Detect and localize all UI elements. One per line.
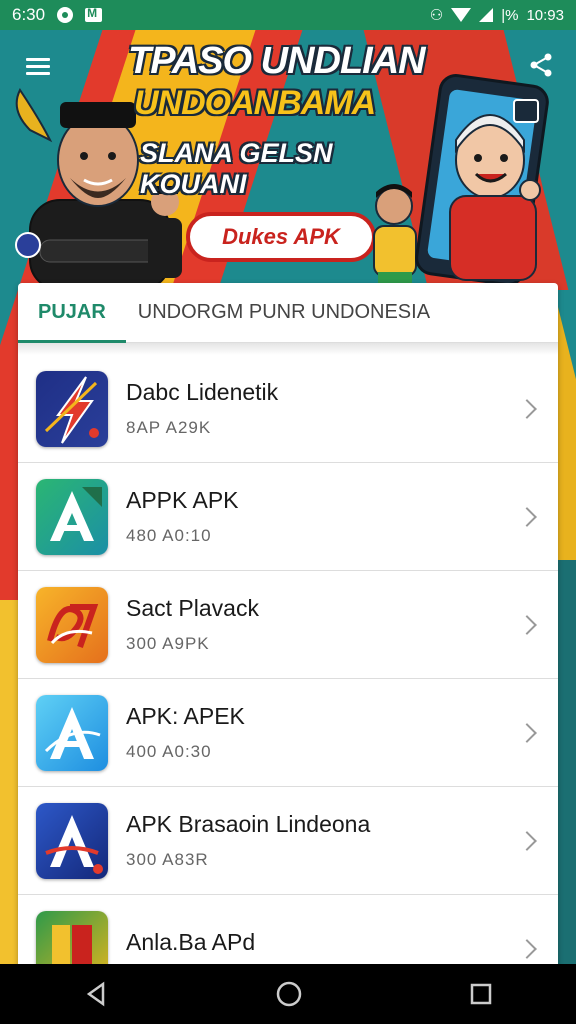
- promo-banner: TPASO UNDLIAN UNDOANBAMA SLANA GELSN KOU…: [0, 30, 576, 290]
- list-item[interactable]: APK: APEK 400 A0:30: [18, 679, 558, 787]
- phone-mascot-illustration: [415, 74, 549, 286]
- app-meta: 300 A83R: [126, 850, 209, 869]
- banner-title-line2: UNDOANBAMA: [134, 84, 376, 122]
- status-bar: 6:30 ⚇ |% 10:93: [0, 0, 576, 30]
- list-item[interactable]: Dabc Lidenetik 8AP A29K: [18, 355, 558, 463]
- banner-title-line1: TPASO UNDLIAN: [128, 40, 426, 82]
- mail-icon: [85, 6, 103, 22]
- tab-pujar[interactable]: PUJAR: [18, 283, 126, 343]
- chevron-right-icon: [517, 398, 537, 419]
- a-letter-blue-app-icon: [36, 694, 108, 771]
- lightning-app-icon: [36, 370, 108, 447]
- chevron-right-icon: [517, 938, 537, 959]
- chevron-right-icon: [517, 506, 537, 527]
- list-item[interactable]: Sact Plavack 300 A9PK: [18, 571, 558, 679]
- app-name: Anla.Ba APd: [126, 929, 256, 955]
- app-meta: 480 A0:10: [126, 526, 212, 545]
- share-icon[interactable]: [528, 52, 554, 78]
- app-meta: 300 A9PK: [126, 634, 210, 653]
- app-name: Dabc Lidenetik: [126, 379, 279, 405]
- app-name: Sact Plavack: [126, 595, 259, 621]
- app-name: APK Brasaoin Lindeona: [126, 811, 371, 837]
- app-list-card: PUJAR UNDORGM PUNR UNDONESIA Dabc Lidene…: [18, 283, 558, 983]
- signal-icon: [479, 8, 494, 22]
- a-letter-green-app-icon: [36, 478, 108, 555]
- download-apk-button[interactable]: Dukes APK: [186, 212, 376, 262]
- list-item[interactable]: APPK APK 480 A0:10: [18, 463, 558, 571]
- wifi-icon: [451, 8, 472, 22]
- tab-bar: PUJAR UNDORGM PUNR UNDONESIA: [18, 283, 558, 343]
- app-meta: 8AP A29K: [126, 418, 212, 437]
- home-icon[interactable]: [275, 980, 303, 1008]
- app-name: APK: APEK: [126, 703, 245, 729]
- back-icon[interactable]: [83, 981, 109, 1007]
- alarm-icon: ⚇: [429, 7, 444, 24]
- list-item[interactable]: APK Brasaoin Lindeona 300 A83R: [18, 787, 558, 895]
- notification-dot-icon: [57, 7, 74, 23]
- chevron-right-icon: [517, 722, 537, 743]
- recent-apps-icon[interactable]: [469, 982, 493, 1006]
- app-name: APPK APK: [126, 487, 239, 513]
- battery-text: |%: [501, 6, 519, 24]
- a-letter-navy-app-icon: [36, 802, 108, 879]
- app-list: Dabc Lidenetik 8AP A29K APPK APK 480 A0:…: [18, 355, 558, 983]
- chevron-right-icon: [517, 830, 537, 851]
- play-logo-app-icon: [36, 586, 108, 663]
- tab-undorgm[interactable]: UNDORGM PUNR UNDONESIA: [126, 301, 442, 324]
- status-clock-right: 10:93: [526, 6, 564, 24]
- chevron-right-icon: [517, 614, 537, 635]
- status-time: 6:30: [12, 5, 46, 24]
- navigation-bar: [0, 964, 576, 1024]
- app-meta: 400 A0:30: [126, 742, 212, 761]
